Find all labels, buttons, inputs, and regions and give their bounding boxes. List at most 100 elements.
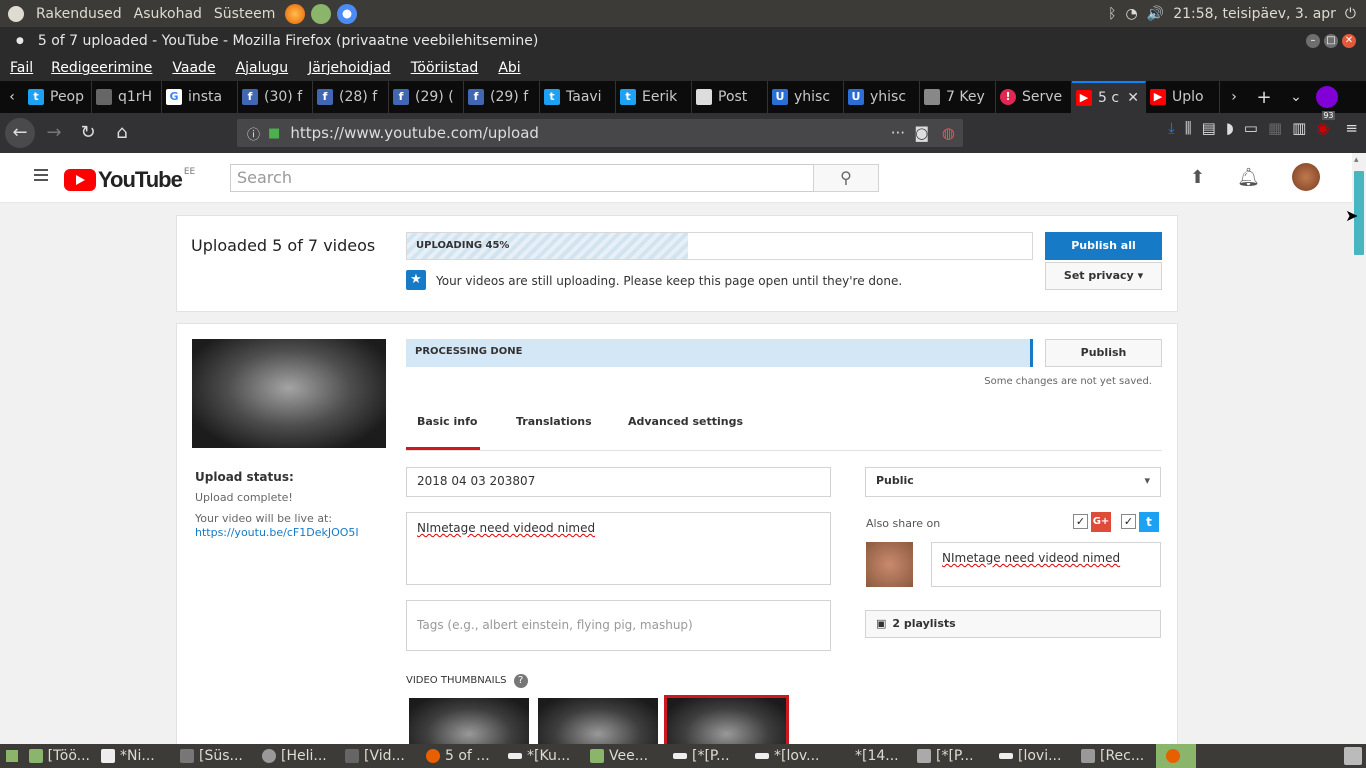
ubuntu-logo-icon[interactable] xyxy=(8,5,24,22)
screenshot-icon[interactable]: ▭ xyxy=(1244,119,1258,137)
taskbar-item[interactable]: [Rec... xyxy=(1076,744,1156,768)
taskbar-item[interactable]: [Heli... xyxy=(257,744,340,768)
container-icon[interactable]: ▦ xyxy=(1268,119,1282,137)
taskbar-item[interactable]: [Vid... xyxy=(340,744,421,768)
avatar[interactable] xyxy=(1292,163,1320,191)
tags-input[interactable]: Tags (e.g., albert einstein, flying pig,… xyxy=(406,600,831,651)
library-icon[interactable]: ⫼ xyxy=(1185,119,1192,137)
tab[interactable]: Ginsta xyxy=(162,81,238,113)
taskbar-item[interactable]: *[lov... xyxy=(750,744,831,768)
info-icon[interactable]: ⓘ xyxy=(247,124,260,143)
os-menu-applications[interactable]: Rakendused xyxy=(36,6,122,22)
menu-view[interactable]: Vaade xyxy=(172,60,215,76)
menu-help[interactable]: Abi xyxy=(498,60,520,76)
youtube-logo[interactable]: YouTube EE xyxy=(64,167,195,193)
tab[interactable]: Uyhisc xyxy=(768,81,844,113)
video-link[interactable]: https://youtu.be/cF1DekJOO5I xyxy=(195,526,359,539)
taskbar-item[interactable]: *[14... xyxy=(831,744,912,768)
scroll-up-icon[interactable]: ▴ xyxy=(1354,155,1359,165)
share-message-textarea[interactable]: NImetage need videod nimed xyxy=(931,542,1161,587)
reload-button[interactable]: ↻ xyxy=(73,118,103,148)
tab[interactable]: f (30) f xyxy=(238,81,313,113)
search-button[interactable]: ⚲ xyxy=(813,164,879,192)
page-scrollbar[interactable]: ▴ xyxy=(1352,153,1366,744)
tab[interactable]: t Peop xyxy=(24,81,92,113)
bluetooth-icon[interactable]: ᛒ xyxy=(1108,6,1116,22)
tab[interactable]: ! Serve xyxy=(996,81,1072,113)
guide-menu-icon[interactable] xyxy=(34,169,48,181)
ublock-icon[interactable]: ◉ 93 xyxy=(1316,111,1335,137)
extension-puzzle-icon[interactable]: ◗ xyxy=(1226,119,1234,137)
url-text[interactable]: https://www.youtube.com/upload xyxy=(290,124,539,142)
tab[interactable]: Post xyxy=(692,81,768,113)
tab-active[interactable]: ▶ 5 c ✕ xyxy=(1072,81,1146,113)
menu-file[interactable]: Fail xyxy=(10,60,33,76)
tab[interactable]: q1rH xyxy=(92,81,162,113)
minimize-button[interactable]: – xyxy=(1306,34,1320,48)
trash-icon[interactable] xyxy=(1344,747,1362,765)
trash-icon[interactable]: ▥ xyxy=(1292,119,1306,137)
sidebar-icon[interactable]: ▤ xyxy=(1202,119,1216,137)
tab[interactable]: ▶ Uplo xyxy=(1146,81,1220,113)
menu-tools[interactable]: Tööriistad xyxy=(411,60,479,76)
clock[interactable]: 21:58, teisipäev, 3. apr xyxy=(1173,6,1336,22)
thumbnail-option[interactable] xyxy=(409,698,529,744)
google-plus-checkbox[interactable]: ✓ xyxy=(1073,514,1088,529)
tabs-scroll-right-icon[interactable]: › xyxy=(1220,89,1248,105)
url-bar[interactable]: ⓘ ■ https://www.youtube.com/upload ··· ◙… xyxy=(237,119,963,147)
title-input[interactable]: 2018 04 03 203807 xyxy=(406,467,831,497)
tab[interactable]: t Taavi xyxy=(540,81,616,113)
publish-all-button[interactable]: Publish all xyxy=(1045,232,1162,260)
search-input[interactable]: Search xyxy=(230,164,814,192)
tab[interactable]: f (28) f xyxy=(313,81,389,113)
taskbar-item[interactable]: 5 of ... xyxy=(421,744,503,768)
tab-advanced-settings[interactable]: Advanced settings xyxy=(628,415,743,428)
tab[interactable]: 7 Key xyxy=(920,81,996,113)
volume-icon[interactable]: 🔊 xyxy=(1147,6,1164,22)
wifi-icon[interactable]: ◔ xyxy=(1126,6,1138,22)
tab[interactable]: t Eerik xyxy=(616,81,692,113)
tab[interactable]: Uyhisc xyxy=(844,81,920,113)
set-privacy-button[interactable]: Set privacy ▾ xyxy=(1045,262,1162,290)
taskbar-item[interactable]: [Töö... xyxy=(24,744,96,768)
menu-edit[interactable]: Redigeerimine xyxy=(51,60,152,76)
firefox-launcher-icon[interactable] xyxy=(285,3,306,24)
tab[interactable]: f (29) ( xyxy=(389,81,464,113)
taskbar-item[interactable]: [lovi... xyxy=(994,744,1076,768)
close-window-button[interactable]: ✕ xyxy=(1342,34,1356,48)
taskbar-item[interactable]: *Ni... xyxy=(96,744,175,768)
chromium-launcher-icon[interactable] xyxy=(337,3,358,24)
new-tab-icon[interactable]: + xyxy=(1248,87,1280,108)
show-desktop-icon[interactable] xyxy=(6,750,18,762)
home-button[interactable]: ⌂ xyxy=(107,118,137,148)
thumbnail-option-selected[interactable] xyxy=(664,695,789,744)
help-icon[interactable]: ? xyxy=(513,674,528,688)
hamburger-menu-icon[interactable]: ≡ xyxy=(1345,119,1358,137)
os-menu-system[interactable]: Süsteem xyxy=(214,6,275,22)
download-icon[interactable]: ⤓ xyxy=(1168,119,1175,137)
menu-bookmarks[interactable]: Järjehoidjad xyxy=(308,60,391,76)
tab[interactable]: f (29) f xyxy=(464,81,540,113)
twitter-checkbox[interactable]: ✓ xyxy=(1121,514,1136,529)
mint-launcher-icon[interactable] xyxy=(311,3,332,24)
tab-translations[interactable]: Translations xyxy=(516,415,592,428)
pocket-icon[interactable]: ◙ xyxy=(914,124,929,142)
back-button[interactable]: ← xyxy=(5,118,35,148)
taskbar-item[interactable]: [*[P... xyxy=(912,744,994,768)
playlists-button[interactable]: ▣ 2 playlists xyxy=(865,610,1161,638)
tabs-scroll-left-icon[interactable]: ‹ xyxy=(0,89,24,105)
upload-icon[interactable]: ⬆ xyxy=(1190,167,1205,188)
forward-button[interactable]: → xyxy=(39,118,69,148)
taskbar-item[interactable]: [Süs... xyxy=(175,744,257,768)
publish-button[interactable]: Publish xyxy=(1045,339,1162,367)
tab-list-icon[interactable]: ⌄ xyxy=(1280,89,1312,105)
description-textarea[interactable]: NImetage need videod nimed xyxy=(406,512,831,585)
taskbar-item-active[interactable] xyxy=(1156,744,1196,768)
privacy-select[interactable]: Public ▾ xyxy=(865,467,1161,497)
page-actions-icon[interactable]: ··· xyxy=(891,124,905,142)
maximize-button[interactable]: □ xyxy=(1324,34,1338,48)
thumbnail-option[interactable] xyxy=(538,698,658,744)
os-menu-places[interactable]: Asukohad xyxy=(134,6,202,22)
taskbar-item[interactable]: [*[P... xyxy=(668,744,750,768)
extension-icon[interactable]: ◍ xyxy=(942,124,955,142)
